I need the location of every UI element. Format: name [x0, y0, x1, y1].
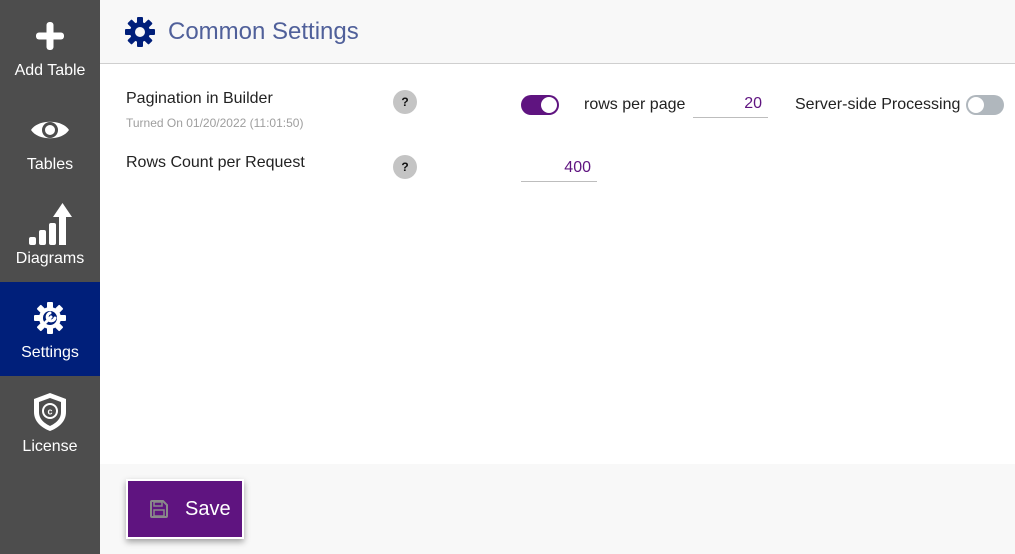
sidebar-item-license[interactable]: c License	[0, 376, 100, 470]
page-title: Common Settings	[168, 17, 359, 45]
sidebar-item-label: Diagrams	[15, 250, 85, 267]
gear-wrench-icon	[33, 298, 67, 338]
setting-label: Rows Count per Request	[126, 154, 305, 171]
server-side-processing-toggle[interactable]	[966, 95, 1004, 115]
app: Add Table Tables Diagrams Settings c Lic…	[0, 0, 1015, 554]
gear-icon	[124, 16, 156, 48]
sidebar-item-label: Add Table	[14, 62, 86, 79]
save-button[interactable]: Save	[126, 479, 244, 539]
toggle-knob	[541, 97, 557, 113]
plus-icon	[34, 16, 66, 56]
sidebar: Add Table Tables Diagrams Settings c Lic…	[0, 0, 100, 554]
sidebar-item-label: Settings	[21, 344, 79, 361]
bar-chart-arrow-icon	[27, 203, 73, 245]
sidebar-item-add-table[interactable]: Add Table	[0, 0, 100, 94]
sidebar-item-tables[interactable]: Tables	[0, 94, 100, 188]
setting-label: Pagination in Builder	[126, 90, 273, 107]
eye-icon	[30, 110, 70, 150]
setting-status-text: Turned On 01/20/2022 (11:01:50)	[126, 116, 304, 130]
sidebar-item-diagrams[interactable]: Diagrams	[0, 188, 100, 282]
main-content: Common Settings Pagination in Builder Tu…	[100, 0, 1015, 554]
rows-per-page-label: rows per page	[584, 96, 686, 113]
server-side-processing-label: Server-side Processing	[795, 96, 961, 113]
shield-copyright-icon: c	[32, 392, 68, 432]
page-header: Common Settings	[100, 0, 1015, 64]
sidebar-item-settings[interactable]: Settings	[0, 282, 100, 376]
pagination-toggle[interactable]	[521, 95, 559, 115]
setting-rows-count: Rows Count per Request ?	[100, 144, 1015, 194]
rows-per-page-input[interactable]	[693, 93, 768, 118]
help-icon[interactable]: ?	[393, 90, 417, 114]
save-label: Save	[185, 497, 231, 520]
floppy-disk-icon	[150, 500, 168, 518]
setting-pagination: Pagination in Builder Turned On 01/20/20…	[100, 80, 1015, 140]
sidebar-item-label: License	[22, 438, 78, 455]
svg-text:c: c	[47, 407, 52, 417]
rows-count-input[interactable]	[521, 157, 597, 182]
sidebar-item-label: Tables	[26, 156, 74, 173]
footer: Save	[100, 464, 1015, 554]
toggle-knob	[967, 96, 985, 114]
help-icon[interactable]: ?	[393, 155, 417, 179]
